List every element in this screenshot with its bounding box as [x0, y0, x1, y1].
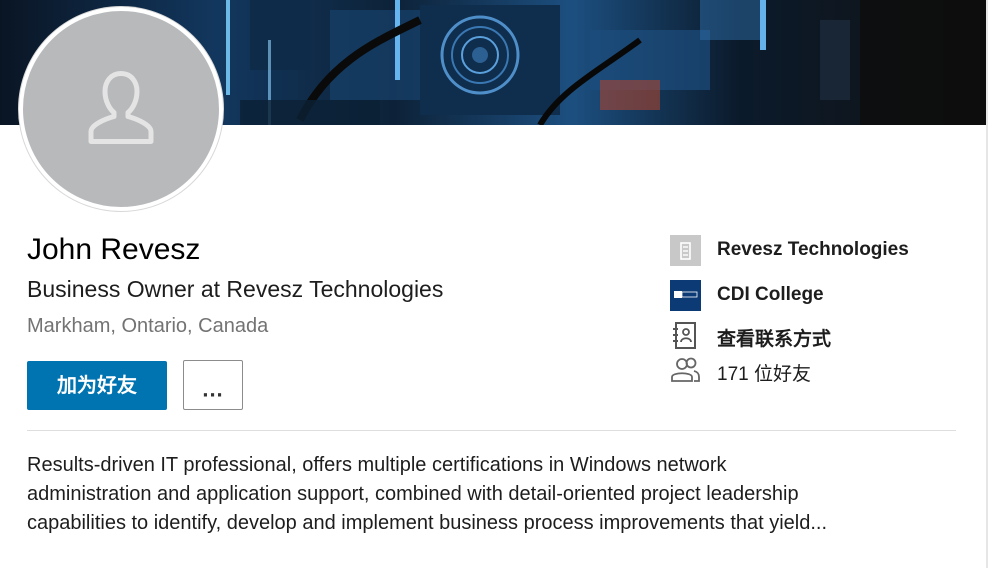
connections-count: 171 位好友 [717, 364, 811, 385]
connect-button[interactable]: 加为好友 [27, 361, 167, 410]
profile-avatar[interactable] [19, 7, 223, 211]
current-company-label: Revesz Technologies [717, 239, 909, 260]
contact-info-link[interactable]: 查看联系方式 [717, 324, 831, 351]
ellipsis-icon: ... [202, 376, 224, 402]
section-divider [27, 430, 956, 431]
summary-line: capabilities to identify, develop and im… [27, 512, 828, 534]
profile-name: John Revesz [27, 233, 201, 266]
summary-line: administration and application support, … [27, 483, 799, 505]
profile-summary[interactable]: Results-driven IT professional, offers m… [27, 451, 967, 538]
education-label: CDI College [717, 284, 824, 305]
building-icon [670, 235, 701, 266]
people-icon [670, 355, 701, 386]
cdi-college-logo [670, 280, 701, 311]
profile-location: Markham, Ontario, Canada [27, 315, 269, 337]
contact-card-icon [670, 320, 701, 351]
summary-line: Results-driven IT professional, offers m… [27, 454, 727, 476]
profile-headline: Business Owner at Revesz Technologies [27, 276, 444, 302]
profile-card: John Revesz Business Owner at Revesz Tec… [0, 0, 988, 568]
person-silhouette-icon [88, 70, 154, 144]
more-actions-button[interactable]: ... [183, 360, 243, 410]
